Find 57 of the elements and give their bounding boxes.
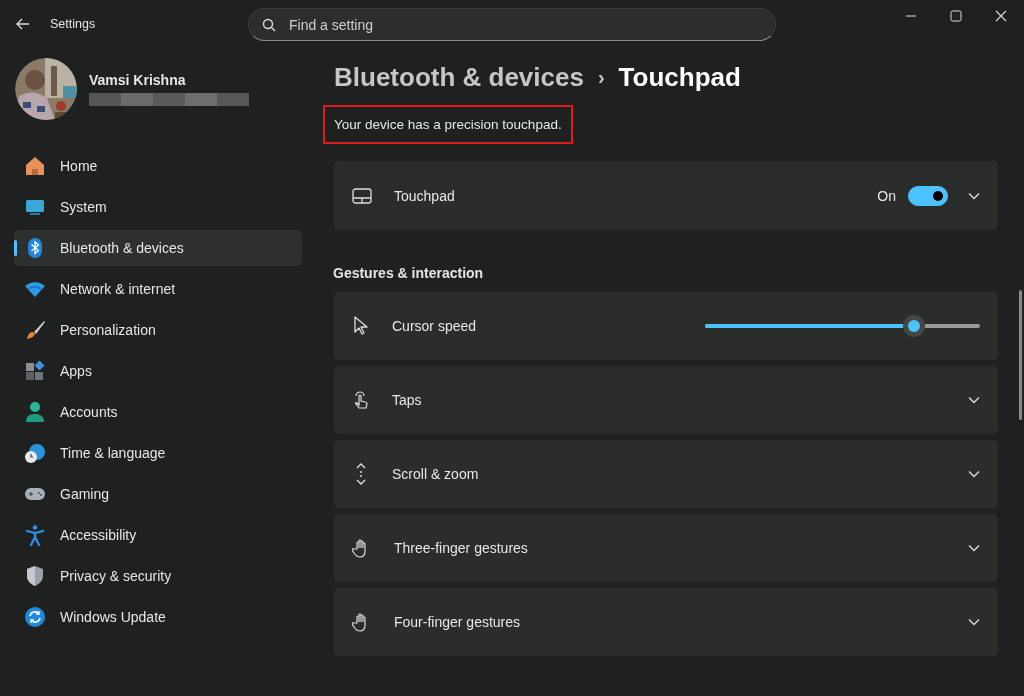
settings-card[interactable]: Three-finger gestures	[334, 514, 998, 582]
setting-label: Four-finger gestures	[394, 614, 522, 630]
person-icon	[24, 401, 46, 423]
settings-card[interactable]: Scroll & zoom	[334, 440, 998, 508]
sidebar-item[interactable]: System	[14, 189, 302, 225]
chevron-down-icon[interactable]	[968, 618, 980, 626]
sidebar-item[interactable]: Windows Update	[14, 599, 302, 635]
sidebar-item[interactable]: Apps	[14, 353, 302, 389]
chevron-down-icon[interactable]	[968, 191, 980, 200]
setting-label: Cursor speed	[392, 318, 478, 334]
sidebar-item[interactable]: Network & internet	[14, 271, 302, 307]
brush-icon	[24, 319, 46, 341]
cursor-icon	[352, 316, 370, 336]
user-name: Vamsi Krishna	[89, 72, 187, 88]
settings-card[interactable]: Touchpad On	[334, 161, 998, 230]
sidebar-item[interactable]: Accessibility	[14, 517, 302, 553]
settings-card[interactable]: Four-finger gestures	[334, 588, 998, 656]
house-icon	[24, 155, 46, 177]
sidebar-item[interactable]: Personalization	[14, 312, 302, 348]
chevron-down-icon[interactable]	[968, 544, 980, 552]
breadcrumb-separator: ›	[597, 65, 605, 89]
update-icon	[24, 606, 46, 628]
slider-thumb[interactable]	[903, 315, 925, 337]
notice-text: Your device has a precision touchpad.	[334, 117, 562, 132]
sidebar-item[interactable]: Accounts	[14, 394, 302, 430]
setting-label: Three-finger gestures	[394, 540, 529, 556]
back-icon[interactable]	[16, 18, 30, 30]
sidebar-item[interactable]: Gaming	[14, 476, 302, 512]
scrollbar[interactable]	[1019, 290, 1022, 420]
apps-icon	[24, 360, 46, 382]
search-field[interactable]: Find a setting	[248, 8, 776, 41]
breadcrumb-link[interactable]: Bluetooth & devices	[334, 61, 584, 93]
settings-card[interactable]: Cursor speed	[334, 292, 998, 360]
toggle-switch[interactable]	[908, 185, 948, 206]
setting-label: Scroll & zoom	[392, 466, 480, 482]
settings-card[interactable]: Taps	[334, 366, 998, 434]
slider-track[interactable]	[705, 324, 980, 328]
globe-clock-icon	[24, 442, 46, 464]
shield-icon	[24, 565, 46, 587]
maximize-icon[interactable]	[950, 10, 962, 22]
search-icon	[262, 18, 276, 32]
sidebar-item[interactable]: Bluetooth & devices	[14, 230, 302, 266]
accessibility-icon	[24, 524, 46, 546]
finger-tap-icon	[352, 390, 370, 410]
sidebar-item[interactable]: Time & language	[14, 435, 302, 471]
chevron-down-icon[interactable]	[968, 470, 980, 478]
window-title: Settings	[50, 17, 96, 31]
setting-label: Touchpad	[394, 187, 456, 204]
touchpad-icon	[352, 187, 372, 204]
page-title: Touchpad	[618, 61, 741, 93]
sidebar-item[interactable]: Home	[14, 148, 302, 184]
sidebar-item[interactable]: Privacy & security	[14, 558, 302, 594]
setting-label: Taps	[392, 392, 423, 408]
chevron-down-icon[interactable]	[968, 396, 980, 404]
close-icon[interactable]	[995, 10, 1007, 22]
toggle-state-label: On	[877, 187, 896, 204]
section-heading: Gestures & interaction	[333, 264, 485, 283]
